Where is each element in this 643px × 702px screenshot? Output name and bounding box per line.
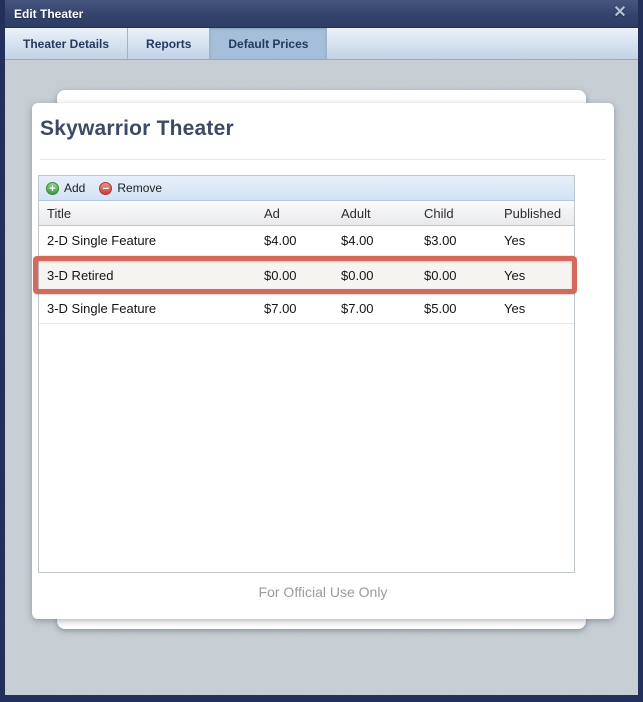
add-button[interactable]: + Add: [46, 181, 85, 195]
column-header-ad[interactable]: Ad: [264, 206, 341, 221]
cell-child: $0.00: [424, 268, 504, 283]
official-use-note: For Official Use Only: [32, 584, 614, 600]
column-header-adult[interactable]: Adult: [341, 206, 424, 221]
dialog-body: Skywarrior Theater + Add − Remove Title …: [5, 60, 638, 695]
theater-card: Skywarrior Theater + Add − Remove Title …: [32, 103, 614, 619]
cell-ad: $0.00: [264, 268, 341, 283]
cell-adult: $7.00: [341, 301, 424, 316]
cell-title: 3-D Retired: [39, 268, 264, 283]
page-title: Skywarrior Theater: [40, 117, 234, 141]
tab-label: Reports: [146, 37, 191, 51]
cell-published: Yes: [504, 268, 574, 283]
column-header-child[interactable]: Child: [424, 206, 504, 221]
edit-theater-dialog: Edit Theater ✕ Theater Details Reports D…: [0, 0, 643, 702]
table-row[interactable]: 2-D Single Feature $4.00 $4.00 $3.00 Yes: [39, 226, 574, 256]
heading-divider: [40, 159, 606, 160]
cell-title: 3-D Single Feature: [39, 301, 264, 316]
cell-child: $3.00: [424, 233, 504, 248]
dialog-titlebar: Edit Theater ✕: [5, 0, 638, 28]
cell-published: Yes: [504, 233, 574, 248]
add-button-label: Add: [64, 181, 85, 195]
cell-child: $5.00: [424, 301, 504, 316]
dialog-title: Edit Theater: [14, 7, 83, 21]
add-icon: +: [46, 182, 59, 195]
tab-label: Default Prices: [228, 37, 308, 51]
cell-ad: $4.00: [264, 233, 341, 248]
remove-button[interactable]: − Remove: [99, 181, 162, 195]
column-header-published[interactable]: Published: [504, 206, 574, 221]
tab-default-prices[interactable]: Default Prices: [210, 28, 327, 59]
tab-theater-details[interactable]: Theater Details: [5, 28, 128, 59]
cell-published: Yes: [504, 301, 574, 316]
table-empty-area: [39, 324, 574, 572]
cell-ad: $7.00: [264, 301, 341, 316]
tab-bar: Theater Details Reports Default Prices: [5, 28, 638, 60]
remove-button-label: Remove: [117, 181, 162, 195]
tab-label: Theater Details: [23, 37, 109, 51]
tab-reports[interactable]: Reports: [128, 28, 210, 59]
default-prices-panel: + Add − Remove Title Ad Adult Child Publ…: [38, 175, 575, 573]
table-header-row: Title Ad Adult Child Published: [39, 201, 574, 226]
cell-adult: $4.00: [341, 233, 424, 248]
prices-toolbar: + Add − Remove: [39, 176, 574, 201]
table-row-highlighted[interactable]: 3-D Retired $0.00 $0.00 $0.00 Yes: [39, 256, 574, 294]
remove-icon: −: [99, 182, 112, 195]
cell-title: 2-D Single Feature: [39, 233, 264, 248]
cell-adult: $0.00: [341, 268, 424, 283]
table-row[interactable]: 3-D Single Feature $7.00 $7.00 $5.00 Yes: [39, 294, 574, 324]
close-icon[interactable]: ✕: [610, 3, 630, 23]
column-header-title[interactable]: Title: [39, 206, 264, 221]
